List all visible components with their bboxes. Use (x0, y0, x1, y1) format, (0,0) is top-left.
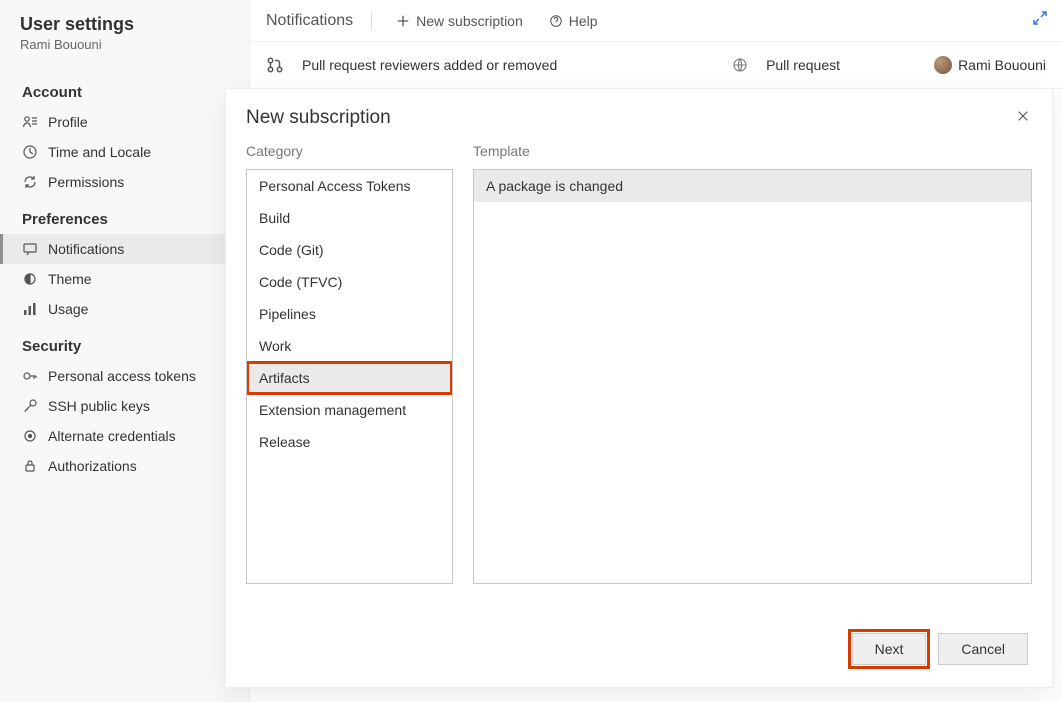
sidebar-item-time-locale[interactable]: Time and Locale (0, 137, 249, 167)
avatar (934, 56, 952, 74)
sidebar-item-theme[interactable]: Theme (0, 264, 249, 294)
sidebar-item-authorizations[interactable]: Authorizations (0, 451, 249, 481)
sidebar-item-label: Personal access tokens (48, 368, 196, 384)
sidebar-item-label: Alternate credentials (48, 428, 176, 444)
sidebar-item-label: Authorizations (48, 458, 137, 474)
person-icon (22, 114, 38, 130)
sidebar-header: User settings Rami Bououni (0, 14, 249, 70)
sidebar-item-notifications[interactable]: Notifications (0, 234, 249, 264)
template-list: A package is changed (473, 169, 1032, 584)
sidebar-item-label: Permissions (48, 174, 124, 190)
row-user-name: Rami Bououni (958, 57, 1046, 73)
category-item[interactable]: Release (247, 426, 452, 458)
template-column: Template A package is changed (473, 143, 1032, 584)
globe-icon (732, 57, 748, 73)
page-title: User settings (20, 14, 229, 35)
new-subscription-modal: New subscription Category Personal Acces… (225, 88, 1053, 688)
category-item[interactable]: Work (247, 330, 452, 362)
row-type: Pull request (766, 57, 916, 73)
sidebar-item-ssh-keys[interactable]: SSH public keys (0, 391, 249, 421)
modal-title: New subscription (246, 107, 1014, 129)
category-item[interactable]: Pipelines (247, 298, 452, 330)
category-item[interactable]: Code (Git) (247, 234, 452, 266)
sidebar-item-label: Theme (48, 271, 92, 287)
sidebar-item-label: Notifications (48, 241, 124, 257)
pull-request-icon (266, 56, 284, 74)
help-icon (549, 14, 563, 28)
ssh-icon (22, 398, 38, 414)
category-column: Category Personal Access TokensBuildCode… (246, 143, 453, 584)
toolbar-btn-label: Help (569, 13, 598, 29)
alt-icon (22, 428, 38, 444)
sidebar-item-usage[interactable]: Usage (0, 294, 249, 324)
next-button[interactable]: Next (852, 633, 927, 665)
toolbar-btn-label: New subscription (416, 13, 523, 29)
usage-icon (22, 301, 38, 317)
expand-button[interactable] (1032, 10, 1048, 26)
refresh-icon (22, 174, 38, 190)
section-heading-security: Security (0, 324, 249, 361)
new-subscription-button[interactable]: New subscription (388, 9, 531, 33)
sidebar: User settings Rami Bououni Account Profi… (0, 0, 250, 702)
theme-icon (22, 271, 38, 287)
sidebar-item-personal-access-tokens[interactable]: Personal access tokens (0, 361, 249, 391)
sidebar-user: Rami Bououni (20, 37, 229, 52)
key-icon (22, 368, 38, 384)
plus-icon (396, 14, 410, 28)
row-description: Pull request reviewers added or removed (302, 57, 714, 73)
table-row[interactable]: Pull request reviewers added or removed … (250, 42, 1062, 89)
section-heading-account: Account (0, 70, 249, 107)
sidebar-item-label: Profile (48, 114, 88, 130)
close-button[interactable] (1014, 107, 1032, 125)
toolbar: Notifications New subscription Help (250, 0, 1062, 42)
help-button[interactable]: Help (541, 9, 606, 33)
row-user: Rami Bououni (934, 56, 1046, 74)
sidebar-item-label: SSH public keys (48, 398, 150, 414)
clock-icon (22, 144, 38, 160)
sidebar-item-label: Usage (48, 301, 88, 317)
section-heading-preferences: Preferences (0, 197, 249, 234)
sidebar-item-permissions[interactable]: Permissions (0, 167, 249, 197)
category-item[interactable]: Extension management (247, 394, 452, 426)
template-label: Template (473, 143, 1032, 159)
category-item[interactable]: Personal Access Tokens (247, 170, 452, 202)
cancel-button[interactable]: Cancel (938, 633, 1028, 665)
sidebar-item-label: Time and Locale (48, 144, 151, 160)
category-item[interactable]: Artifacts (247, 362, 452, 394)
category-list: Personal Access TokensBuildCode (Git)Cod… (246, 169, 453, 584)
chat-icon (22, 241, 38, 257)
category-item[interactable]: Build (247, 202, 452, 234)
category-label: Category (246, 143, 453, 159)
sidebar-item-profile[interactable]: Profile (0, 107, 249, 137)
category-item[interactable]: Code (TFVC) (247, 266, 452, 298)
sidebar-item-alternate-credentials[interactable]: Alternate credentials (0, 421, 249, 451)
template-item[interactable]: A package is changed (474, 170, 1031, 202)
toolbar-title: Notifications (266, 12, 372, 30)
lock-icon (22, 458, 38, 474)
